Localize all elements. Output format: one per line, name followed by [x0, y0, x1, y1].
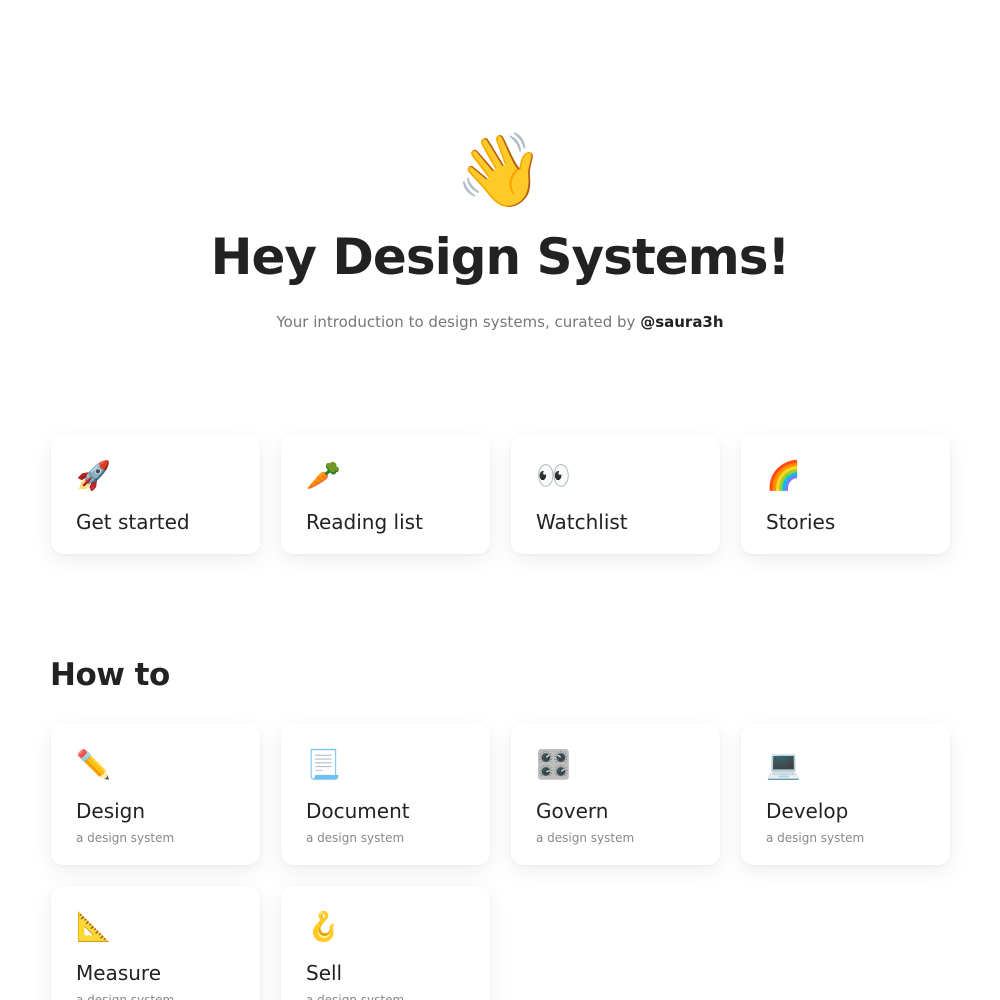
- card-title: Reading list: [306, 510, 423, 534]
- card-title: Sell: [306, 961, 343, 985]
- triangular-ruler-icon: 📐: [76, 910, 111, 943]
- card-title: Measure: [76, 961, 161, 985]
- card-get-started[interactable]: 🚀 Get started: [51, 435, 260, 554]
- page-curl-icon: 📃: [306, 748, 341, 781]
- card-develop[interactable]: 💻 Develop a design system: [741, 724, 950, 865]
- card-subtitle: a design system: [76, 993, 175, 1000]
- subtitle-text: Your introduction to design systems, cur…: [276, 313, 641, 331]
- waving-hand-icon: 👋: [455, 128, 545, 212]
- card-document[interactable]: 📃 Document a design system: [281, 724, 490, 865]
- laptop-icon: 💻: [766, 748, 801, 781]
- card-title: Govern: [536, 799, 609, 823]
- author-handle-link[interactable]: @saura3h: [640, 313, 723, 331]
- card-title: Stories: [766, 510, 836, 534]
- card-subtitle: a design system: [536, 831, 635, 845]
- card-title: Watchlist: [536, 510, 628, 534]
- rainbow-icon: 🌈: [766, 459, 801, 492]
- card-title: Get started: [76, 510, 190, 534]
- pencil-icon: ✏️: [76, 748, 111, 781]
- card-design[interactable]: ✏️ Design a design system: [51, 724, 260, 865]
- card-title: Develop: [766, 799, 849, 823]
- control-knobs-icon: 🎛️: [536, 748, 571, 781]
- card-sell[interactable]: 🪝 Sell a design system: [281, 886, 490, 1000]
- card-measure[interactable]: 📐 Measure a design system: [51, 886, 260, 1000]
- card-govern[interactable]: 🎛️ Govern a design system: [511, 724, 720, 865]
- page-title: Hey Design Systems!: [210, 228, 791, 286]
- rocket-icon: 🚀: [76, 459, 111, 492]
- page-subtitle: Your introduction to design systems, cur…: [0, 312, 1000, 332]
- hero: 👋 Hey Design Systems! Your introduction …: [0, 128, 1000, 332]
- card-watchlist[interactable]: 👀 Watchlist: [511, 435, 720, 554]
- card-title: Design: [76, 799, 146, 823]
- card-subtitle: a design system: [306, 993, 405, 1000]
- hook-icon: 🪝: [306, 910, 341, 943]
- how-to-grid: ✏️ Design a design system 📃 Document a d…: [51, 724, 950, 1000]
- card-subtitle: a design system: [76, 831, 175, 845]
- quick-links-grid: 🚀 Get started 🥕 Reading list 👀 Watchlist…: [51, 435, 950, 554]
- card-subtitle: a design system: [306, 831, 405, 845]
- carrot-icon: 🥕: [306, 459, 341, 492]
- eyes-icon: 👀: [536, 459, 571, 492]
- card-title: Document: [306, 799, 410, 823]
- card-reading-list[interactable]: 🥕 Reading list: [281, 435, 490, 554]
- card-stories[interactable]: 🌈 Stories: [741, 435, 950, 554]
- card-subtitle: a design system: [766, 831, 865, 845]
- how-to-heading: How to: [50, 657, 170, 693]
